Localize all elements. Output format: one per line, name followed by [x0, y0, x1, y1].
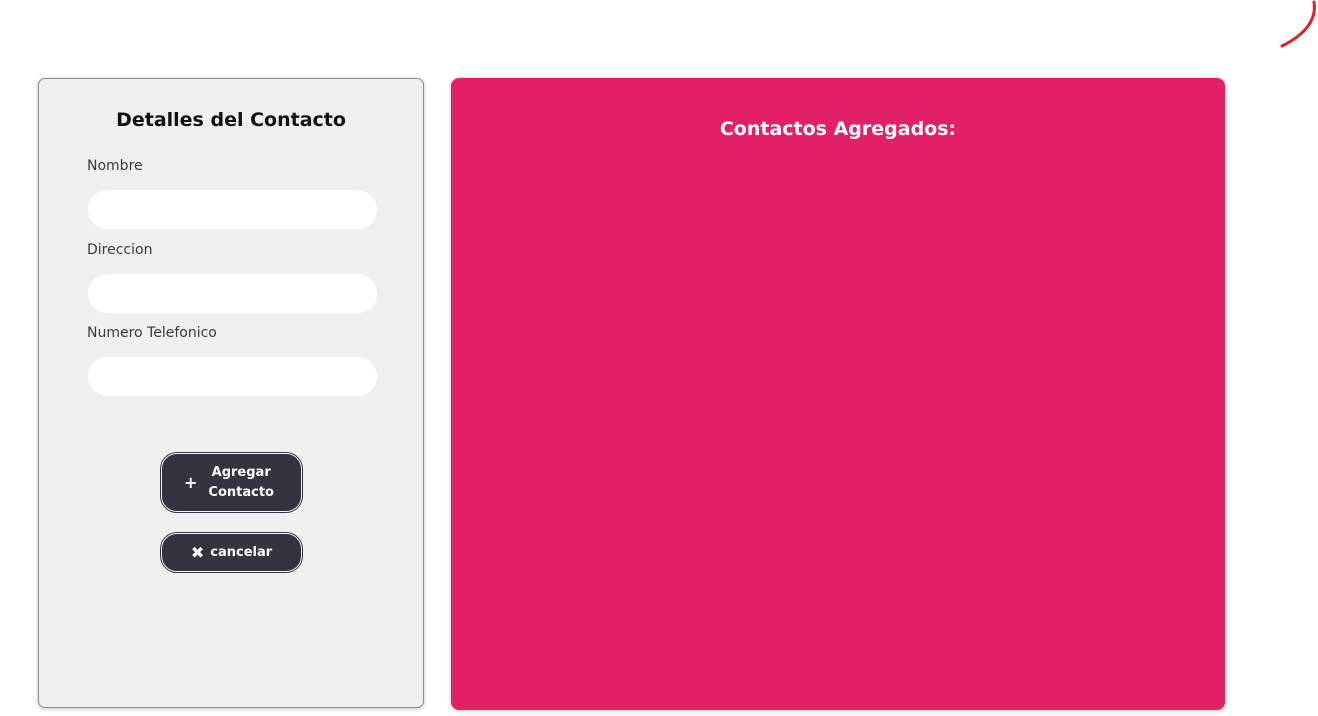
- phone-label: Numero Telefonico: [87, 325, 217, 341]
- add-contact-label: Agregar Contacto: [208, 464, 274, 500]
- close-icon: ✖: [190, 542, 205, 562]
- add-contact-button[interactable]: + Agregar Contacto: [161, 453, 302, 512]
- form-title: Detalles del Contacto: [116, 109, 346, 131]
- address-label: Direccion: [87, 242, 153, 258]
- contact-details-form: Detalles del Contacto Nombre Direccion N…: [38, 78, 424, 708]
- page: Detalles del Contacto Nombre Direccion N…: [0, 0, 1318, 716]
- name-label: Nombre: [87, 158, 143, 174]
- cancel-label: cancelar: [210, 544, 273, 560]
- address-input[interactable]: [88, 274, 377, 313]
- contacts-panel-title: Contactos Agregados:: [719, 118, 957, 140]
- name-input[interactable]: [88, 190, 377, 229]
- contacts-panel: Contactos Agregados:: [451, 78, 1225, 710]
- plus-icon: +: [184, 472, 198, 492]
- cancel-button[interactable]: ✖ cancelar: [161, 533, 302, 572]
- corner-decoration-icon: [1280, 0, 1316, 48]
- phone-input[interactable]: [88, 357, 377, 396]
